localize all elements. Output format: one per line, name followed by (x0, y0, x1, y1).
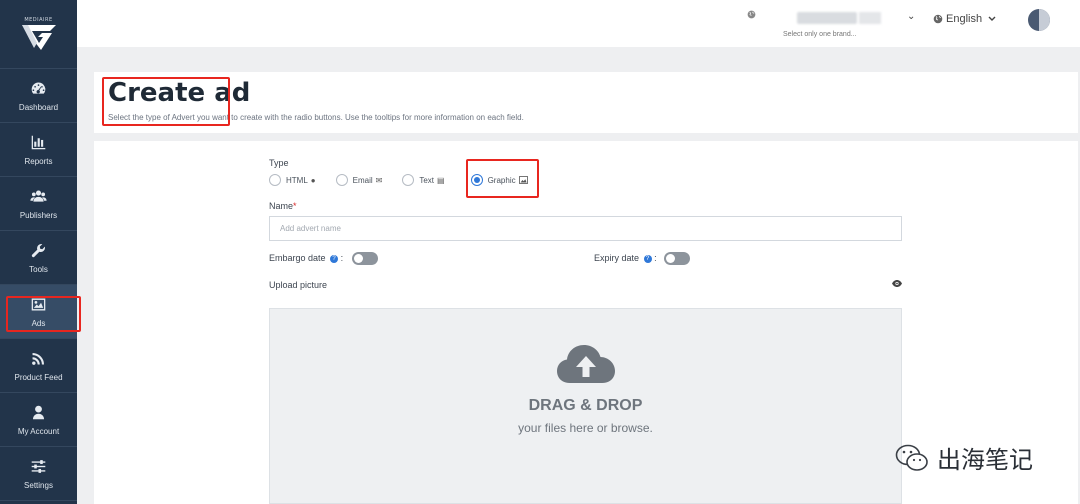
graphic-option-highlight-box (466, 159, 539, 198)
radio-circle[interactable] (269, 174, 281, 186)
upload-dropzone[interactable]: DRAG & DROP your files here or browse. (269, 308, 902, 504)
advert-name-input[interactable] (269, 216, 902, 241)
cloud-upload-icon (556, 345, 615, 383)
embargo-date-label: Embargo date ? : (269, 253, 343, 263)
brand-selector-value[interactable] (797, 12, 857, 24)
type-label: Type (269, 158, 289, 168)
radio-label: Email (352, 175, 373, 185)
colon: : (340, 253, 344, 263)
app-logo[interactable]: MEDIAIRE (0, 0, 77, 69)
sidebar-item-my-account[interactable]: My Account (0, 393, 77, 447)
watermark-text: 出海笔记 (937, 446, 1033, 474)
bar-chart-icon (31, 135, 46, 149)
required-marker: * (293, 201, 297, 211)
expiry-date-toggle[interactable] (664, 252, 690, 265)
envelope-icon: ✉ (375, 175, 383, 185)
wrench-icon (31, 243, 45, 257)
help-icon[interactable]: ? (643, 254, 652, 263)
eye-icon[interactable] (892, 280, 902, 287)
type-radio-email[interactable]: Email ✉ (335, 174, 383, 186)
document-icon: ▤ (437, 175, 445, 185)
sidebar-item-dashboard[interactable]: Dashboard (0, 69, 77, 123)
upload-picture-label: Upload picture (269, 280, 328, 290)
sidebar-item-label: Publishers (19, 210, 58, 220)
sidebar-item-label: My Account (17, 426, 60, 436)
sidebar: MEDIAIRE Dashboard Reports Publishers To… (0, 0, 77, 504)
dropzone-subtitle: your files here or browse. (518, 421, 653, 435)
sidebar-item-reports[interactable]: Reports (0, 123, 77, 177)
language-selector[interactable]: English (933, 13, 999, 25)
sidebar-item-publishers[interactable]: Publishers (0, 177, 77, 231)
type-radio-html[interactable]: HTML ● (269, 174, 316, 186)
brand-selector-hint: Select only one brand... (783, 31, 857, 38)
ads-highlight-box (6, 296, 81, 332)
help-icon[interactable]: ? (330, 254, 339, 263)
sliders-icon (31, 459, 46, 473)
sidebar-item-label: Tools (29, 264, 48, 274)
wechat-icon (895, 444, 928, 471)
name-label-text: Name (269, 201, 294, 211)
name-label: Name* (269, 201, 297, 211)
radio-circle[interactable] (402, 174, 415, 186)
sidebar-item-settings[interactable]: Settings (0, 447, 77, 501)
watermark: 出海笔记 (895, 440, 1033, 475)
dropzone-title: DRAG & DROP (528, 397, 643, 414)
top-bar: Select only one brand... ⌄ English (77, 0, 1080, 47)
embargo-date-toggle[interactable] (352, 252, 378, 265)
radio-label: Text (419, 175, 435, 185)
rss-icon (32, 352, 45, 365)
globe-icon (933, 14, 943, 24)
expiry-label-text: Expiry date (594, 253, 640, 263)
sidebar-item-label: Settings (24, 480, 53, 490)
users-icon (30, 190, 47, 202)
logo-mark-icon (21, 25, 56, 50)
radio-label: HTML (286, 175, 308, 185)
sidebar-item-label: Reports (24, 156, 53, 166)
brand-selector-value-extra (859, 12, 881, 24)
globe-icon: ● (310, 175, 316, 185)
user-icon (32, 405, 45, 419)
dashboard-icon (31, 82, 46, 94)
radio-circle[interactable] (335, 174, 348, 186)
title-highlight-box (102, 77, 230, 126)
type-radio-text[interactable]: Text ▤ (402, 174, 445, 186)
sidebar-item-label: Product Feed (14, 372, 63, 382)
chevron-down-icon (988, 16, 996, 21)
language-label: English (946, 13, 983, 25)
avatar[interactable] (1028, 9, 1050, 31)
sidebar-item-label: Dashboard (18, 102, 59, 112)
chevron-down-icon[interactable]: ⌄ (907, 11, 915, 22)
page-header: Create ad Select the type of Advert you … (94, 72, 1078, 133)
colon: : (654, 253, 657, 263)
globe-icon[interactable] (747, 10, 756, 19)
expiry-date-label: Expiry date ? : (594, 253, 657, 263)
embargo-label-text: Embargo date (269, 253, 326, 263)
sidebar-item-tools[interactable]: Tools (0, 231, 77, 285)
sidebar-item-product-feed[interactable]: Product Feed (0, 339, 77, 393)
